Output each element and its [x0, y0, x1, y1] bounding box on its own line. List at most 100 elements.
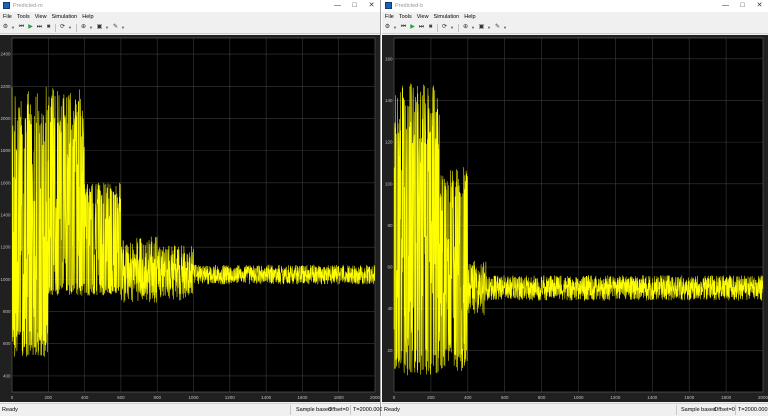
- status-divider: [735, 405, 736, 415]
- window-title: Predicted-b: [395, 3, 424, 9]
- gear-icon[interactable]: ⚙: [2, 24, 9, 31]
- status-ready: Ready: [384, 407, 400, 413]
- x-tick-label: 1400: [261, 395, 272, 400]
- toolbar: ⚙ ▼ ⏮ ▶ ⏭ ■ ⟳ ▼ ⊕ ▼ ▣ ▼ ✎ ▼: [0, 22, 380, 34]
- chevron-down-icon[interactable]: ▼: [393, 24, 397, 31]
- chevron-down-icon[interactable]: ▼: [121, 24, 125, 31]
- x-tick-label: 600: [501, 395, 509, 400]
- x-tick-label: 0: [11, 395, 14, 400]
- x-tick-label: 400: [464, 395, 472, 400]
- menu-simulation[interactable]: Simulation: [52, 12, 78, 22]
- scope-plot-area[interactable]: 0 200 400 600 800 1000 1200 1400 1600 1800 2000 400…: [0, 35, 380, 402]
- x-tick-label: 800: [153, 395, 161, 400]
- status-mode: Sample based: [681, 407, 717, 413]
- window-controls: — □ ✕: [717, 0, 768, 12]
- status-divider: [290, 405, 291, 415]
- scope-app-icon: [3, 2, 10, 9]
- x-tick-label: 1200: [225, 395, 236, 400]
- x-tick-label: 1800: [334, 395, 345, 400]
- autoscale-icon[interactable]: ▣: [478, 24, 485, 31]
- maximize-icon[interactable]: □: [734, 0, 751, 12]
- status-divider: [350, 405, 351, 415]
- y-tick-label: 1200: [0, 245, 11, 250]
- x-tick-label: 1200: [610, 395, 621, 400]
- highlight-icon[interactable]: ⟳: [441, 24, 448, 31]
- scope-plot-area[interactable]: 0 200 400 600 800 1000 1200 1400 1600 1800 2000 20 4…: [382, 35, 768, 402]
- x-tick-label: 0: [393, 395, 396, 400]
- stop-icon[interactable]: ■: [427, 24, 434, 31]
- cursor-measure-icon[interactable]: ✎: [494, 24, 501, 31]
- scope-window-left: Predicted-m — □ ✕ File Tools View Simula…: [0, 0, 383, 416]
- cursor-measure-icon[interactable]: ✎: [112, 24, 119, 31]
- autoscale-icon[interactable]: ▣: [96, 24, 103, 31]
- y-tick-label: 600: [3, 341, 11, 346]
- gear-icon[interactable]: ⚙: [384, 24, 391, 31]
- chevron-down-icon[interactable]: ▼: [11, 24, 15, 31]
- step-back-icon[interactable]: ⏮: [400, 24, 407, 31]
- scope-plot-left: 0 200 400 600 800 1000 1200 1400 1600 1800 2000 400…: [0, 37, 380, 400]
- chevron-down-icon[interactable]: ▼: [89, 24, 93, 31]
- chevron-down-icon[interactable]: ▼: [503, 24, 507, 31]
- run-icon[interactable]: ▶: [27, 24, 34, 31]
- menu-tools[interactable]: Tools: [17, 12, 30, 22]
- y-tick-label: 800: [3, 309, 11, 314]
- menu-file[interactable]: File: [3, 12, 12, 22]
- chevron-down-icon[interactable]: ▼: [68, 24, 72, 31]
- y-tick-label: 2400: [0, 52, 11, 57]
- status-mode: Sample based: [296, 407, 332, 413]
- menu-tools[interactable]: Tools: [399, 12, 412, 22]
- step-forward-icon[interactable]: ⏭: [36, 24, 43, 31]
- step-forward-icon[interactable]: ⏭: [418, 24, 425, 31]
- chevron-down-icon[interactable]: ▼: [105, 24, 109, 31]
- stop-icon[interactable]: ■: [45, 24, 52, 31]
- y-tick-label: 2200: [0, 84, 11, 89]
- step-back-icon[interactable]: ⏮: [18, 24, 25, 31]
- scope-plot-right: 0 200 400 600 800 1000 1200 1400 1600 1800 2000 20 4…: [385, 37, 768, 400]
- minimize-icon[interactable]: —: [717, 0, 734, 12]
- chevron-down-icon[interactable]: ▼: [471, 24, 475, 31]
- x-tick-label: 600: [117, 395, 125, 400]
- menu-bar: File Tools View Simulation Help: [0, 12, 380, 22]
- menu-view[interactable]: View: [35, 12, 47, 22]
- y-tick-label: 1000: [0, 277, 11, 282]
- scope-window-right: Predicted-b — □ ✕ File Tools View Simula…: [382, 0, 768, 416]
- chevron-down-icon[interactable]: ▼: [487, 24, 491, 31]
- y-tick-label: 2000: [0, 116, 11, 121]
- window-title: Predicted-m: [13, 3, 43, 9]
- zoom-in-icon[interactable]: ⊕: [462, 24, 469, 31]
- x-tick-label: 400: [81, 395, 89, 400]
- status-time: T=2000.000: [353, 407, 383, 413]
- zoom-in-icon[interactable]: ⊕: [80, 24, 87, 31]
- x-tick-label: 2000: [758, 395, 768, 400]
- close-icon[interactable]: ✕: [363, 0, 380, 12]
- menu-bar: File Tools View Simulation Help: [382, 12, 768, 22]
- menu-file[interactable]: File: [385, 12, 394, 22]
- title-bar[interactable]: Predicted-m — □ ✕: [0, 0, 380, 12]
- y-tick-label: 140: [385, 98, 393, 103]
- y-tick-label: 1600: [0, 180, 11, 185]
- menu-view[interactable]: View: [417, 12, 429, 22]
- y-tick-label: 80: [387, 223, 393, 228]
- x-tick-label: 200: [427, 395, 435, 400]
- y-tick-label: 120: [385, 140, 393, 145]
- status-divider: [676, 405, 677, 415]
- status-ready: Ready: [2, 407, 18, 413]
- toolbar-divider: [458, 23, 459, 32]
- x-tick-label: 1000: [188, 395, 199, 400]
- x-tick-label: 200: [45, 395, 53, 400]
- y-tick-label: 100: [385, 181, 393, 186]
- menu-simulation[interactable]: Simulation: [434, 12, 460, 22]
- status-bar: Ready Sample based Offset=0 T=2000.000: [382, 403, 768, 416]
- highlight-icon[interactable]: ⟳: [59, 24, 66, 31]
- minimize-icon[interactable]: —: [329, 0, 346, 12]
- run-icon[interactable]: ▶: [409, 24, 416, 31]
- chevron-down-icon[interactable]: ▼: [450, 24, 454, 31]
- menu-help[interactable]: Help: [82, 12, 93, 22]
- maximize-icon[interactable]: □: [346, 0, 363, 12]
- y-tick-label: 1400: [0, 213, 11, 218]
- x-tick-label: 2000: [370, 395, 380, 400]
- window-controls: — □ ✕: [329, 0, 380, 12]
- close-icon[interactable]: ✕: [751, 0, 768, 12]
- title-bar[interactable]: Predicted-b — □ ✕: [382, 0, 768, 12]
- menu-help[interactable]: Help: [464, 12, 475, 22]
